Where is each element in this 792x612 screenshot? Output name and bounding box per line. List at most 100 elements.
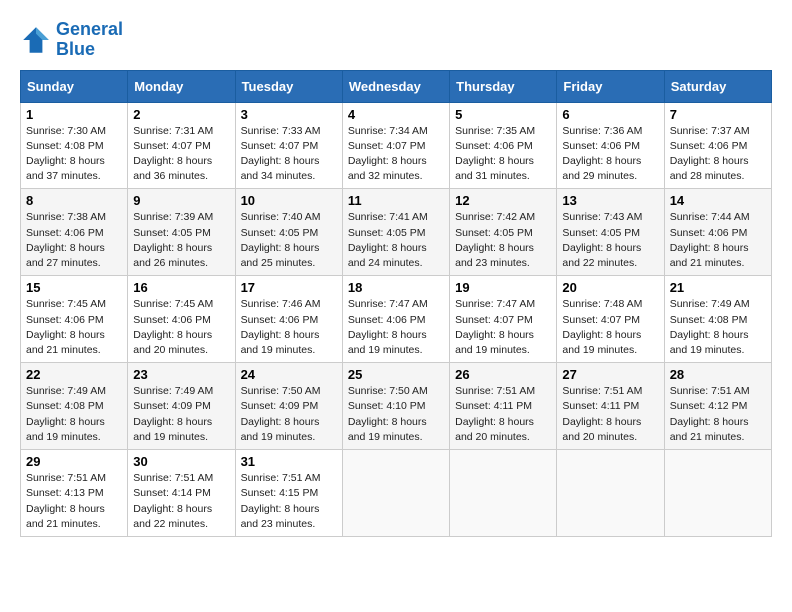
day-detail: Sunrise: 7:51 AMSunset: 4:12 PMDaylight:… xyxy=(670,385,750,443)
day-number: 29 xyxy=(26,454,122,469)
weekday-header-tuesday: Tuesday xyxy=(235,70,342,102)
weekday-header-monday: Monday xyxy=(128,70,235,102)
calendar-week-5: 29 Sunrise: 7:51 AMSunset: 4:13 PMDaylig… xyxy=(21,450,772,537)
day-number: 21 xyxy=(670,280,766,295)
weekday-header-wednesday: Wednesday xyxy=(342,70,449,102)
calendar-cell: 27 Sunrise: 7:51 AMSunset: 4:11 PMDaylig… xyxy=(557,363,664,450)
day-number: 26 xyxy=(455,367,551,382)
calendar-cell: 24 Sunrise: 7:50 AMSunset: 4:09 PMDaylig… xyxy=(235,363,342,450)
calendar-cell: 13 Sunrise: 7:43 AMSunset: 4:05 PMDaylig… xyxy=(557,189,664,276)
day-number: 13 xyxy=(562,193,658,208)
day-number: 5 xyxy=(455,107,551,122)
calendar-week-2: 8 Sunrise: 7:38 AMSunset: 4:06 PMDayligh… xyxy=(21,189,772,276)
calendar-cell: 15 Sunrise: 7:45 AMSunset: 4:06 PMDaylig… xyxy=(21,276,128,363)
day-number: 12 xyxy=(455,193,551,208)
calendar-cell: 17 Sunrise: 7:46 AMSunset: 4:06 PMDaylig… xyxy=(235,276,342,363)
calendar-cell xyxy=(664,450,771,537)
day-detail: Sunrise: 7:30 AMSunset: 4:08 PMDaylight:… xyxy=(26,125,106,183)
day-number: 18 xyxy=(348,280,444,295)
weekday-header-row: SundayMondayTuesdayWednesdayThursdayFrid… xyxy=(21,70,772,102)
calendar-cell xyxy=(342,450,449,537)
calendar-cell: 9 Sunrise: 7:39 AMSunset: 4:05 PMDayligh… xyxy=(128,189,235,276)
day-number: 7 xyxy=(670,107,766,122)
calendar-cell: 4 Sunrise: 7:34 AMSunset: 4:07 PMDayligh… xyxy=(342,102,449,189)
day-detail: Sunrise: 7:36 AMSunset: 4:06 PMDaylight:… xyxy=(562,125,642,183)
day-number: 15 xyxy=(26,280,122,295)
day-detail: Sunrise: 7:45 AMSunset: 4:06 PMDaylight:… xyxy=(133,298,213,356)
day-detail: Sunrise: 7:35 AMSunset: 4:06 PMDaylight:… xyxy=(455,125,535,183)
day-detail: Sunrise: 7:41 AMSunset: 4:05 PMDaylight:… xyxy=(348,211,428,269)
calendar-cell: 31 Sunrise: 7:51 AMSunset: 4:15 PMDaylig… xyxy=(235,450,342,537)
calendar-cell: 22 Sunrise: 7:49 AMSunset: 4:08 PMDaylig… xyxy=(21,363,128,450)
day-number: 27 xyxy=(562,367,658,382)
calendar-cell: 30 Sunrise: 7:51 AMSunset: 4:14 PMDaylig… xyxy=(128,450,235,537)
calendar-cell: 5 Sunrise: 7:35 AMSunset: 4:06 PMDayligh… xyxy=(450,102,557,189)
day-number: 17 xyxy=(241,280,337,295)
day-number: 8 xyxy=(26,193,122,208)
calendar-cell: 2 Sunrise: 7:31 AMSunset: 4:07 PMDayligh… xyxy=(128,102,235,189)
calendar-cell: 1 Sunrise: 7:30 AMSunset: 4:08 PMDayligh… xyxy=(21,102,128,189)
calendar-cell: 25 Sunrise: 7:50 AMSunset: 4:10 PMDaylig… xyxy=(342,363,449,450)
day-detail: Sunrise: 7:38 AMSunset: 4:06 PMDaylight:… xyxy=(26,211,106,269)
day-detail: Sunrise: 7:49 AMSunset: 4:08 PMDaylight:… xyxy=(26,385,106,443)
day-detail: Sunrise: 7:37 AMSunset: 4:06 PMDaylight:… xyxy=(670,125,750,183)
day-detail: Sunrise: 7:44 AMSunset: 4:06 PMDaylight:… xyxy=(670,211,750,269)
day-detail: Sunrise: 7:43 AMSunset: 4:05 PMDaylight:… xyxy=(562,211,642,269)
day-number: 10 xyxy=(241,193,337,208)
calendar-cell: 26 Sunrise: 7:51 AMSunset: 4:11 PMDaylig… xyxy=(450,363,557,450)
page-header: General Blue xyxy=(20,20,772,60)
calendar-week-3: 15 Sunrise: 7:45 AMSunset: 4:06 PMDaylig… xyxy=(21,276,772,363)
day-number: 11 xyxy=(348,193,444,208)
day-detail: Sunrise: 7:51 AMSunset: 4:15 PMDaylight:… xyxy=(241,472,321,530)
logo: General Blue xyxy=(20,20,123,60)
day-detail: Sunrise: 7:50 AMSunset: 4:10 PMDaylight:… xyxy=(348,385,428,443)
calendar-cell: 21 Sunrise: 7:49 AMSunset: 4:08 PMDaylig… xyxy=(664,276,771,363)
day-number: 9 xyxy=(133,193,229,208)
weekday-header-saturday: Saturday xyxy=(664,70,771,102)
weekday-header-sunday: Sunday xyxy=(21,70,128,102)
day-number: 6 xyxy=(562,107,658,122)
calendar-cell: 10 Sunrise: 7:40 AMSunset: 4:05 PMDaylig… xyxy=(235,189,342,276)
calendar-cell xyxy=(557,450,664,537)
day-detail: Sunrise: 7:39 AMSunset: 4:05 PMDaylight:… xyxy=(133,211,213,269)
calendar-week-4: 22 Sunrise: 7:49 AMSunset: 4:08 PMDaylig… xyxy=(21,363,772,450)
calendar-cell: 6 Sunrise: 7:36 AMSunset: 4:06 PMDayligh… xyxy=(557,102,664,189)
day-number: 14 xyxy=(670,193,766,208)
calendar-cell: 7 Sunrise: 7:37 AMSunset: 4:06 PMDayligh… xyxy=(664,102,771,189)
day-number: 25 xyxy=(348,367,444,382)
day-detail: Sunrise: 7:47 AMSunset: 4:06 PMDaylight:… xyxy=(348,298,428,356)
day-number: 31 xyxy=(241,454,337,469)
day-detail: Sunrise: 7:42 AMSunset: 4:05 PMDaylight:… xyxy=(455,211,535,269)
calendar-table: SundayMondayTuesdayWednesdayThursdayFrid… xyxy=(20,70,772,537)
day-detail: Sunrise: 7:51 AMSunset: 4:14 PMDaylight:… xyxy=(133,472,213,530)
calendar-cell: 16 Sunrise: 7:45 AMSunset: 4:06 PMDaylig… xyxy=(128,276,235,363)
calendar-cell: 19 Sunrise: 7:47 AMSunset: 4:07 PMDaylig… xyxy=(450,276,557,363)
calendar-cell: 11 Sunrise: 7:41 AMSunset: 4:05 PMDaylig… xyxy=(342,189,449,276)
day-number: 20 xyxy=(562,280,658,295)
day-detail: Sunrise: 7:51 AMSunset: 4:11 PMDaylight:… xyxy=(455,385,535,443)
day-detail: Sunrise: 7:49 AMSunset: 4:09 PMDaylight:… xyxy=(133,385,213,443)
day-detail: Sunrise: 7:51 AMSunset: 4:13 PMDaylight:… xyxy=(26,472,106,530)
calendar-week-1: 1 Sunrise: 7:30 AMSunset: 4:08 PMDayligh… xyxy=(21,102,772,189)
calendar-cell: 23 Sunrise: 7:49 AMSunset: 4:09 PMDaylig… xyxy=(128,363,235,450)
day-number: 16 xyxy=(133,280,229,295)
day-number: 3 xyxy=(241,107,337,122)
calendar-cell: 18 Sunrise: 7:47 AMSunset: 4:06 PMDaylig… xyxy=(342,276,449,363)
day-detail: Sunrise: 7:49 AMSunset: 4:08 PMDaylight:… xyxy=(670,298,750,356)
day-number: 30 xyxy=(133,454,229,469)
day-detail: Sunrise: 7:51 AMSunset: 4:11 PMDaylight:… xyxy=(562,385,642,443)
day-number: 23 xyxy=(133,367,229,382)
logo-icon xyxy=(20,24,52,56)
day-number: 24 xyxy=(241,367,337,382)
logo-text: General Blue xyxy=(56,20,123,60)
day-detail: Sunrise: 7:40 AMSunset: 4:05 PMDaylight:… xyxy=(241,211,321,269)
calendar-cell: 29 Sunrise: 7:51 AMSunset: 4:13 PMDaylig… xyxy=(21,450,128,537)
day-detail: Sunrise: 7:45 AMSunset: 4:06 PMDaylight:… xyxy=(26,298,106,356)
calendar-cell xyxy=(450,450,557,537)
day-number: 2 xyxy=(133,107,229,122)
day-detail: Sunrise: 7:34 AMSunset: 4:07 PMDaylight:… xyxy=(348,125,428,183)
day-detail: Sunrise: 7:33 AMSunset: 4:07 PMDaylight:… xyxy=(241,125,321,183)
day-number: 22 xyxy=(26,367,122,382)
weekday-header-friday: Friday xyxy=(557,70,664,102)
day-detail: Sunrise: 7:31 AMSunset: 4:07 PMDaylight:… xyxy=(133,125,213,183)
